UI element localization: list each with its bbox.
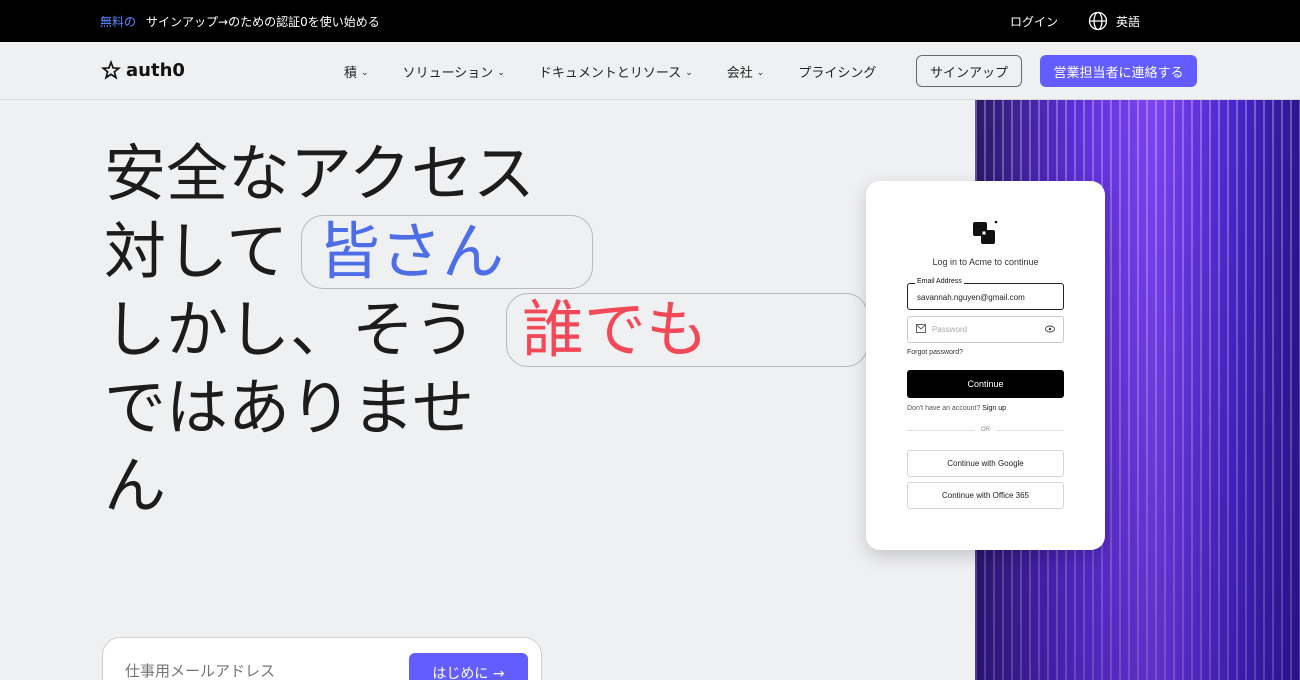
chevron-down-icon: ⌄ (756, 67, 765, 78)
chevron-down-icon: ⌄ (361, 67, 369, 78)
eye-icon[interactable] (1045, 325, 1055, 333)
hero-line-2: 対して (104, 215, 289, 288)
mail-icon (916, 324, 926, 333)
hero-line-4: ではありませ (104, 371, 475, 444)
continue-with-office365-button[interactable]: Continue with Office 365 (907, 482, 1064, 509)
main-nav: auth0 積 ⌄ ソリューション ⌄ ドキュメントとリソース ⌄ 会社 ⌄ プ… (0, 42, 1300, 100)
logo-text: auth0 (126, 59, 185, 81)
nav-item-company[interactable]: 会社 ⌄ (727, 62, 765, 81)
no-account-label: Don't have an account? (907, 405, 981, 412)
login-link[interactable]: ログイン (1010, 13, 1058, 30)
continue-button[interactable]: Continue (907, 370, 1064, 398)
acme-logo-icon (973, 220, 998, 244)
or-divider: OR (907, 427, 1064, 433)
email-field-value[interactable]: savannah.nguyen@gmail.com (917, 293, 1025, 302)
nav-item-label: ソリューション (402, 66, 494, 81)
nav-menu: 積 ⌄ ソリューション ⌄ ドキュメントとリソース ⌄ 会社 ⌄ プライシング (344, 62, 876, 81)
divider-line (907, 429, 975, 431)
auth0-logo[interactable]: auth0 (100, 59, 185, 81)
nav-item-label: ドキュメントとリソース (538, 66, 682, 81)
nav-item-pricing[interactable]: プライシング (798, 62, 876, 81)
email-field-label: Email Address (915, 278, 964, 285)
password-field[interactable]: Password (907, 316, 1064, 343)
hero-line-1: 安全なアクセス (104, 137, 535, 210)
email-field[interactable]: Email Address savannah.nguyen@gmail.com (907, 278, 1064, 310)
nav-item-docs[interactable]: ドキュメントとリソース ⌄ (539, 62, 693, 81)
globe-icon (1088, 11, 1108, 31)
nav-item-label: 会社 (726, 66, 753, 81)
sign-up-link[interactable]: Sign up (982, 405, 1006, 412)
hero-line-5: ん (104, 449, 167, 522)
hero-highlight-everyone: 皆さん (318, 215, 505, 288)
auth0-star-icon (100, 59, 122, 80)
hero-highlight-anyone: 誰でも (522, 293, 709, 366)
email-signup-form: はじめに → (102, 637, 542, 680)
no-account-text: Don't have an account? Sign up (907, 405, 1006, 412)
card-title: Log in to Acme to continue (932, 257, 1039, 267)
nav-item-label: プライシング (798, 66, 877, 81)
or-label: OR (981, 427, 990, 433)
promo-text[interactable]: サインアップ→のための認証0を使い始める (146, 13, 380, 30)
password-placeholder: Password (932, 325, 968, 334)
chevron-down-icon: ⌄ (497, 67, 505, 78)
announcement-bar: 無料の サインアップ→のための認証0を使い始める ログイン 英語 (0, 0, 1300, 42)
nav-item-products[interactable]: 積 ⌄ (344, 62, 369, 81)
chevron-down-icon: ⌄ (685, 67, 693, 78)
language-label[interactable]: 英語 (1116, 13, 1140, 30)
nav-item-label: 積 (344, 66, 358, 81)
signup-button[interactable]: サインアップ (916, 55, 1022, 87)
login-card-mockup: Log in to Acme to continue Email Address… (866, 181, 1105, 550)
continue-with-google-button[interactable]: Continue with Google (907, 450, 1064, 477)
work-email-input[interactable] (125, 662, 385, 680)
promo-link[interactable]: 無料の サインアップ→のための認証0を使い始める (100, 13, 380, 30)
language-selector[interactable]: 英語 (1088, 11, 1140, 31)
divider-line (996, 429, 1064, 431)
contact-sales-button[interactable]: 営業担当者に連絡する (1040, 55, 1197, 87)
promo-free-label[interactable]: 無料の (100, 13, 136, 30)
get-started-button[interactable]: はじめに → (409, 653, 528, 680)
forgot-password-link[interactable]: Forgot password? (907, 349, 963, 356)
nav-item-solutions[interactable]: ソリューション ⌄ (403, 62, 505, 81)
hero-line-3: しかし、そう (104, 293, 477, 366)
